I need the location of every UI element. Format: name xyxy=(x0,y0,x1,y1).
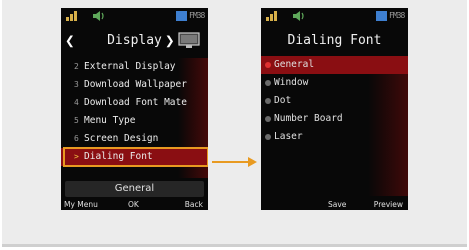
next-arrow-icon[interactable]: ❯ xyxy=(165,31,175,50)
menu-item-download-wallpaper[interactable]: 3 Download Wallpaper xyxy=(61,76,208,94)
speaker-icon xyxy=(293,11,304,21)
radio-bullet-icon xyxy=(265,98,271,104)
display-menu-screen: FM38 ❮ Display ❯ 2 External Display 3 Down… xyxy=(61,8,208,210)
menu-item-label: Download Wallpaper xyxy=(84,79,187,90)
softkey-preview[interactable]: Preview xyxy=(374,199,403,210)
font-option-number-board[interactable]: Number Board xyxy=(261,110,408,128)
font-option-label: Dot xyxy=(274,95,292,106)
menu-item-download-font-mate[interactable]: 4 Download Font Mate xyxy=(61,94,208,112)
menu-item-label: Download Font Mate xyxy=(84,97,187,108)
signal-icon xyxy=(66,11,77,21)
radio-bullet-icon xyxy=(265,62,271,68)
display-menu: 2 External Display 3 Download Wallpaper 4D… xyxy=(61,58,208,167)
softkey-ok[interactable]: OK xyxy=(128,199,139,210)
font-option-label: Laser xyxy=(274,131,303,142)
font-option-laser[interactable]: Laser xyxy=(261,128,408,146)
menu-item-label: Menu Type xyxy=(84,115,136,126)
monitor-icon xyxy=(178,32,200,48)
status-text: FM38 xyxy=(389,11,405,20)
speaker-icon xyxy=(93,11,104,21)
status-bar: FM38 xyxy=(261,8,408,25)
menu-item-label: Screen Design xyxy=(84,133,159,144)
menu-item-label: Dialing Font xyxy=(84,151,153,162)
font-option-label: Number Board xyxy=(274,113,343,124)
font-option-general[interactable]: General xyxy=(261,56,408,74)
font-preview-bar: General xyxy=(65,181,204,197)
title-bar: Dialing Font xyxy=(261,26,408,56)
dialing-font-list: General Window Dot Number Board Laser xyxy=(261,56,408,146)
screen-title: Dialing Font xyxy=(287,33,382,48)
menu-item-screen-design[interactable]: 6 Screen Design xyxy=(61,130,208,148)
radio-bullet-icon xyxy=(265,80,271,86)
menu-item-menu-type[interactable]: 5 Menu Type xyxy=(61,112,208,130)
softkey-bar: My Menu OK Back xyxy=(61,199,208,210)
battery-icon: FM38 xyxy=(176,11,205,21)
font-option-label: Window xyxy=(274,77,309,88)
status-text: FM38 xyxy=(189,11,205,20)
status-bar: FM38 xyxy=(61,8,208,25)
font-option-label: General xyxy=(274,59,315,70)
title-bar: ❮ Display ❯ xyxy=(61,26,208,56)
menu-item-label: External Display xyxy=(84,61,176,72)
radio-bullet-icon xyxy=(265,134,271,140)
connector-arrow xyxy=(212,157,258,167)
menu-item-external-display[interactable]: 2 External Display xyxy=(61,58,208,76)
softkey-my-menu[interactable]: My Menu xyxy=(64,199,98,210)
softkey-bar: Save Preview xyxy=(261,199,408,210)
signal-icon xyxy=(266,11,277,21)
font-option-window[interactable]: Window xyxy=(261,74,408,92)
menu-item-dialing-font[interactable]: > Dialing Font xyxy=(61,147,208,167)
dialing-font-screen: FM38 Dialing Font General Window Dot Num… xyxy=(261,8,408,210)
font-option-dot[interactable]: Dot xyxy=(261,92,408,110)
softkey-save[interactable]: Save xyxy=(328,199,346,210)
battery-icon: FM38 xyxy=(376,11,405,21)
softkey-back[interactable]: Back xyxy=(185,199,203,210)
radio-bullet-icon xyxy=(265,116,271,122)
